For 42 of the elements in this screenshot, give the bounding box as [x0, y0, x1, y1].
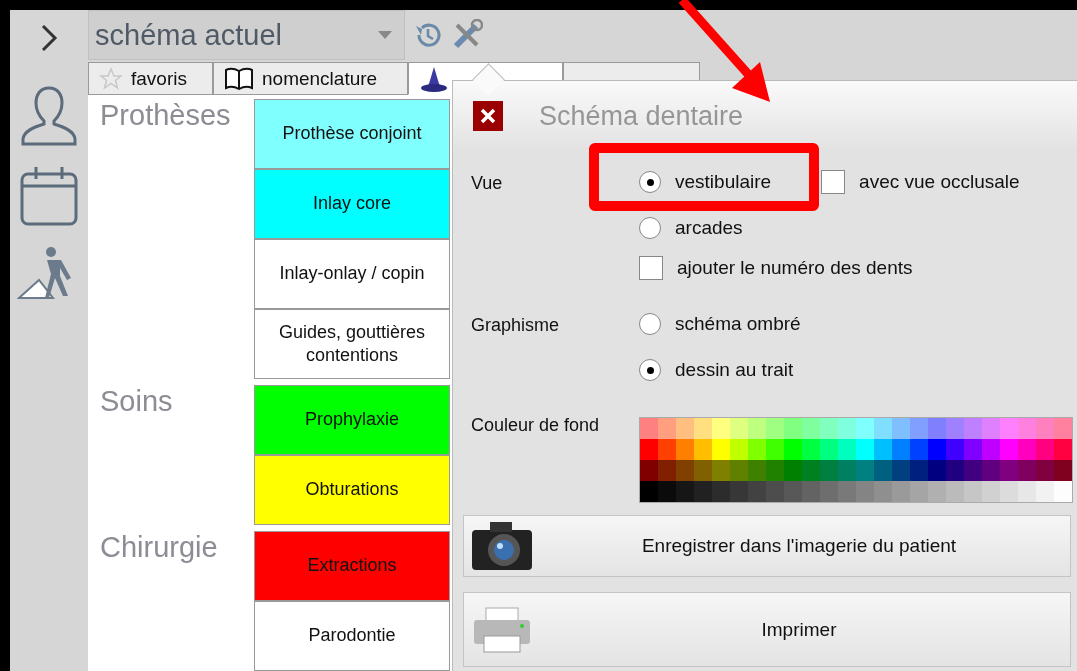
checkbox[interactable]: [821, 170, 846, 194]
option-label: avec vue occlusale: [859, 171, 1020, 193]
section-label: Vue: [471, 172, 504, 195]
act-button[interactable]: Prophylaxie: [254, 385, 450, 455]
category-heading: Prothèses: [99, 99, 232, 133]
category-heading: Chirurgie: [99, 531, 219, 565]
calendar-icon[interactable]: [19, 164, 79, 228]
dialog-title: Schéma dentaire: [539, 100, 744, 132]
chevron-right-icon[interactable]: [40, 24, 58, 52]
act-button[interactable]: Inlay core: [254, 169, 450, 239]
radio-button[interactable]: [639, 313, 661, 335]
close-icon: [480, 108, 496, 124]
act-button[interactable]: Prothèse conjoint: [254, 99, 450, 169]
section-label: Graphisme: [471, 314, 561, 337]
act-button[interactable]: Obturations: [254, 455, 450, 525]
act-button[interactable]: Parodontie: [254, 601, 450, 671]
caret-icon: [378, 31, 392, 39]
tab[interactable]: favoris: [88, 62, 213, 95]
radio-button[interactable]: [639, 359, 661, 381]
action-button[interactable]: Imprimer: [463, 592, 1071, 667]
option-label: schéma ombré: [675, 313, 801, 335]
act-button[interactable]: Inlay-onlay / copin: [254, 239, 450, 309]
act-button[interactable]: Guides, gouttières contentions: [254, 309, 450, 379]
book-icon: [224, 65, 254, 92]
star-icon: [99, 66, 123, 91]
act-button[interactable]: Extractions: [254, 531, 450, 601]
checkbox[interactable]: [639, 256, 663, 280]
option-label: dessin au trait: [675, 359, 794, 381]
radio-button[interactable]: [639, 217, 661, 239]
tab[interactable]: nomenclature: [213, 62, 408, 95]
option-label: ajouter le numéro des dents: [677, 257, 913, 279]
close-button[interactable]: [473, 101, 503, 131]
section-label: Couleur de fond: [471, 414, 601, 437]
radio-button[interactable]: [639, 171, 661, 193]
category-heading: Soins: [99, 385, 174, 419]
action-button[interactable]: Enregistrer dans l'imagerie du patient: [463, 515, 1071, 577]
color-palette[interactable]: [639, 417, 1073, 503]
tools-icon[interactable]: [451, 19, 483, 51]
option-label: vestibulaire: [675, 171, 772, 193]
person-icon[interactable]: [19, 84, 79, 146]
option-label: arcades: [675, 217, 743, 239]
template-dropdown[interactable]: schéma actuel: [88, 10, 405, 60]
